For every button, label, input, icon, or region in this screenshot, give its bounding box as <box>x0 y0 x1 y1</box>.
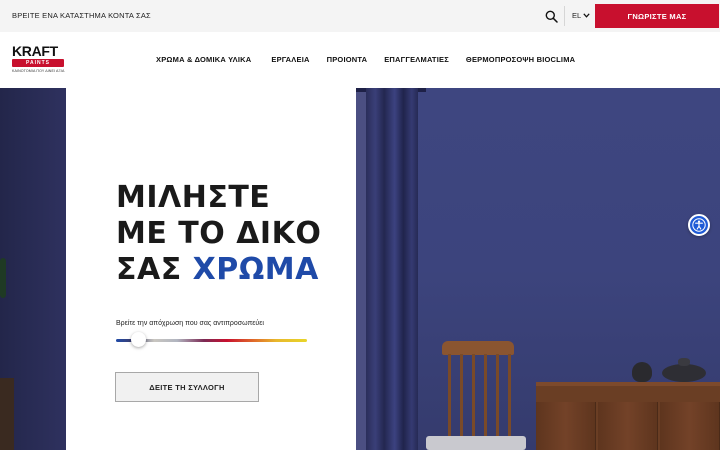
hero-title-line3-plain: ΣΑΣ <box>116 252 182 287</box>
nav-item-professionals[interactable]: ΕΠΑΓΓΕΛΜΑΤΙΕΣ <box>384 55 449 64</box>
language-selector[interactable]: EL <box>572 11 590 20</box>
logo-wordmark: KRAFT <box>12 43 58 59</box>
logo-band: PAINTS <box>12 59 64 67</box>
hero-left-background <box>0 88 70 450</box>
curtain <box>366 88 418 450</box>
chair-slat <box>496 354 499 438</box>
top-utility-bar: ΒΡΕΙΤΕ ΕΝΑ ΚΑΤΑΣΤΗΜΑ ΚΟΝΤΑ ΣΑΣ EL ΓΝΩΡΙΣ… <box>0 0 720 32</box>
hero-title: ΜΙΛΗΣΤΕ ΜΕ ΤΟ ΔΙΚΟ ΣΑΣ ΧΡΩΜΑ <box>116 180 346 288</box>
chevron-down-icon <box>583 11 590 20</box>
hero-room-image <box>356 88 720 450</box>
nav-item-bioclima[interactable]: ΘΕΡΜΟΠΡΟΣΟΨΗ BIOCLIMA <box>466 55 575 64</box>
nav-item-paint-materials[interactable]: ΧΡΩΜΑ & ΔΟΜΙΚΑ ΥΛΙΚΑ <box>156 55 251 64</box>
hero-section: ΜΙΛΗΣΤΕ ΜΕ ΤΟ ΔΙΚΟ ΣΑΣ ΧΡΩΜΑ Βρείτε την … <box>0 88 720 450</box>
color-slider[interactable] <box>116 332 307 347</box>
kraft-logo[interactable]: KRAFT PAINTS ΚΑΙΝΟΤΟΜΙΑ ΠΟΥ ΔΙΝΕΙ ΑΞΙΑ <box>12 44 70 78</box>
topbar-divider <box>564 6 565 26</box>
hero-card: ΜΙΛΗΣΤΕ ΜΕ ΤΟ ΔΙΚΟ ΣΑΣ ΧΡΩΜΑ Βρείτε την … <box>66 88 356 450</box>
bowl <box>662 364 706 382</box>
logo-tagline: ΚΑΙΝΟΤΟΜΙΑ ΠΟΥ ΔΙΝΕΙ ΑΞΙΑ <box>12 69 65 73</box>
plant-decoration <box>0 258 6 298</box>
chair-slat <box>448 354 451 438</box>
color-slider-handle[interactable] <box>131 332 147 347</box>
cabinet-door <box>536 402 596 450</box>
nav-item-products[interactable]: ΠΡΟΙΟΝΤΑ <box>327 55 368 64</box>
about-us-button[interactable]: ΓΝΩΡΙΣΤΕ ΜΑΣ <box>595 4 719 28</box>
main-header: KRAFT PAINTS ΚΑΙΝΟΤΟΜΙΑ ΠΟΥ ΔΙΝΕΙ ΑΞΙΑ Χ… <box>0 32 720 88</box>
chair-backrest <box>442 341 514 355</box>
chair-slat <box>508 354 511 438</box>
view-collection-button[interactable]: ΔΕΙΤΕ ΤΗ ΣΥΛΛΟΓΗ <box>115 372 259 402</box>
nav-item-tools[interactable]: ΕΡΓΑΛΕΙΑ <box>271 55 309 64</box>
hero-title-line1: ΜΙΛΗΣΤΕ <box>116 180 271 215</box>
chair-slat <box>484 354 487 438</box>
hero-title-accent: ΧΡΩΜΑ <box>192 252 319 287</box>
cabinet-door <box>660 402 720 450</box>
hero-title-line2: ΜΕ ΤΟ ΔΙΚΟ <box>116 216 322 251</box>
cabinet-door <box>598 402 658 450</box>
furniture-edge <box>0 378 14 450</box>
search-icon[interactable] <box>545 10 558 23</box>
vase <box>632 362 652 382</box>
main-nav: ΧΡΩΜΑ & ΔΟΜΙΚΑ ΥΛΙΚΑ ΕΡΓΑΛΕΙΑ ΠΡΟΙΟΝΤΑ Ε… <box>156 55 575 64</box>
find-store-link[interactable]: ΒΡΕΙΤΕ ΕΝΑ ΚΑΤΑΣΤΗΜΑ ΚΟΝΤΑ ΣΑΣ <box>12 11 151 20</box>
language-label: EL <box>572 11 582 20</box>
hero-title-line3: ΣΑΣ ΧΡΩΜΑ <box>116 252 346 288</box>
chair-slat <box>472 354 475 438</box>
chair-seat <box>426 436 526 450</box>
chair-slat <box>460 354 463 438</box>
hero-subtitle: Βρείτε την απόχρωση που σας αντιπροσωπεύ… <box>116 320 264 327</box>
sideboard-cabinet <box>536 382 720 450</box>
bowl-lid <box>678 358 690 366</box>
accessibility-icon[interactable] <box>688 214 710 236</box>
